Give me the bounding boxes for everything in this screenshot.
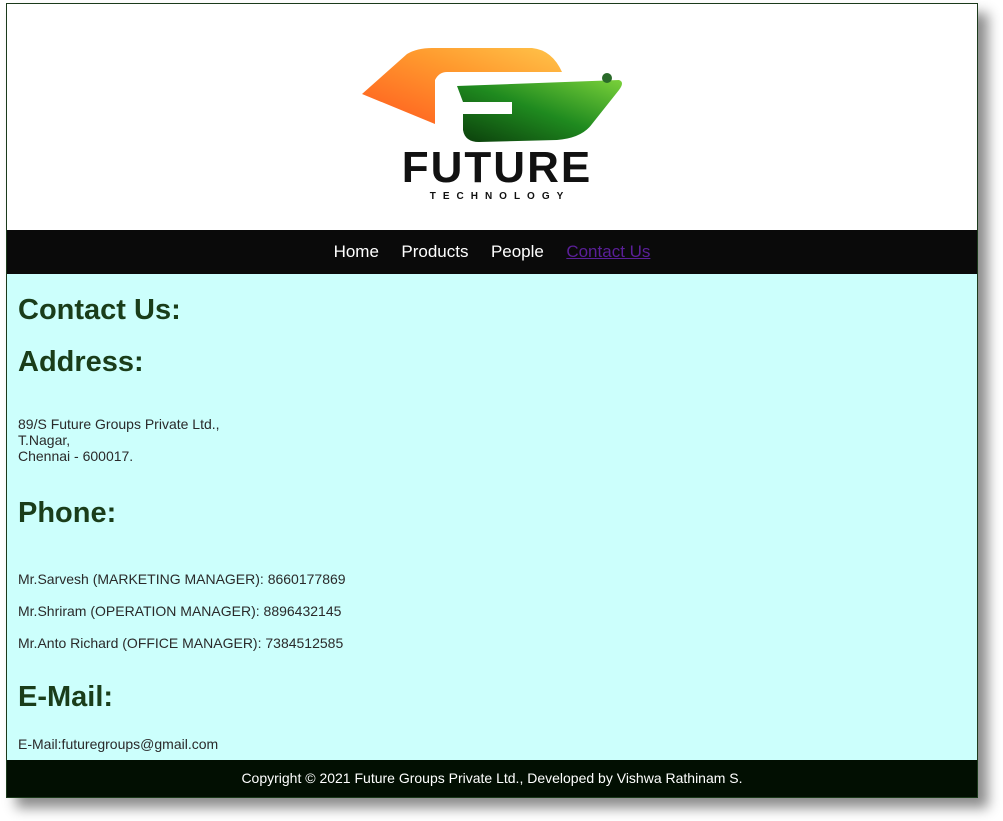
nav-people-link[interactable]: People [491, 230, 544, 274]
company-logo: FUTURE TECHNOLOGY [362, 48, 622, 202]
footer: Copyright © 2021 Future Groups Private L… [7, 760, 977, 797]
address-line: T.Nagar, [18, 432, 71, 448]
address-heading: Address: [18, 346, 144, 378]
nav-home-link[interactable]: Home [334, 230, 379, 274]
header: FUTURE TECHNOLOGY [7, 4, 977, 230]
phone-heading: Phone: [18, 497, 117, 529]
nav-products-link[interactable]: Products [401, 230, 468, 274]
phone-entry: Mr.Anto Richard (OFFICE MANAGER): 738451… [18, 635, 344, 651]
address-block: 89/S Future Groups Private Ltd., T.Nagar… [18, 416, 220, 464]
main-nav: Home Products People Contact Us [7, 230, 977, 274]
email-heading: E-Mail: [18, 681, 114, 713]
phone-entry: Mr.Sarvesh (MARKETING MANAGER): 86601778… [18, 571, 346, 587]
copyright-text: Copyright © 2021 Future Groups Private L… [241, 770, 743, 786]
page-container: FUTURE TECHNOLOGY Home Products People C… [6, 3, 978, 798]
address-line: Chennai - 600017. [18, 448, 134, 464]
nav-contact-link[interactable]: Contact Us [566, 230, 650, 274]
address-line: 89/S Future Groups Private Ltd., [18, 416, 220, 432]
logo-name: FUTURE [402, 143, 592, 192]
email-text: E-Mail:futuregroups@gmail.com [18, 736, 219, 752]
page-title: Contact Us: [18, 294, 181, 326]
phone-entry: Mr.Shriram (OPERATION MANAGER): 88964321… [18, 603, 342, 619]
logo-tagline: TECHNOLOGY [430, 191, 571, 202]
